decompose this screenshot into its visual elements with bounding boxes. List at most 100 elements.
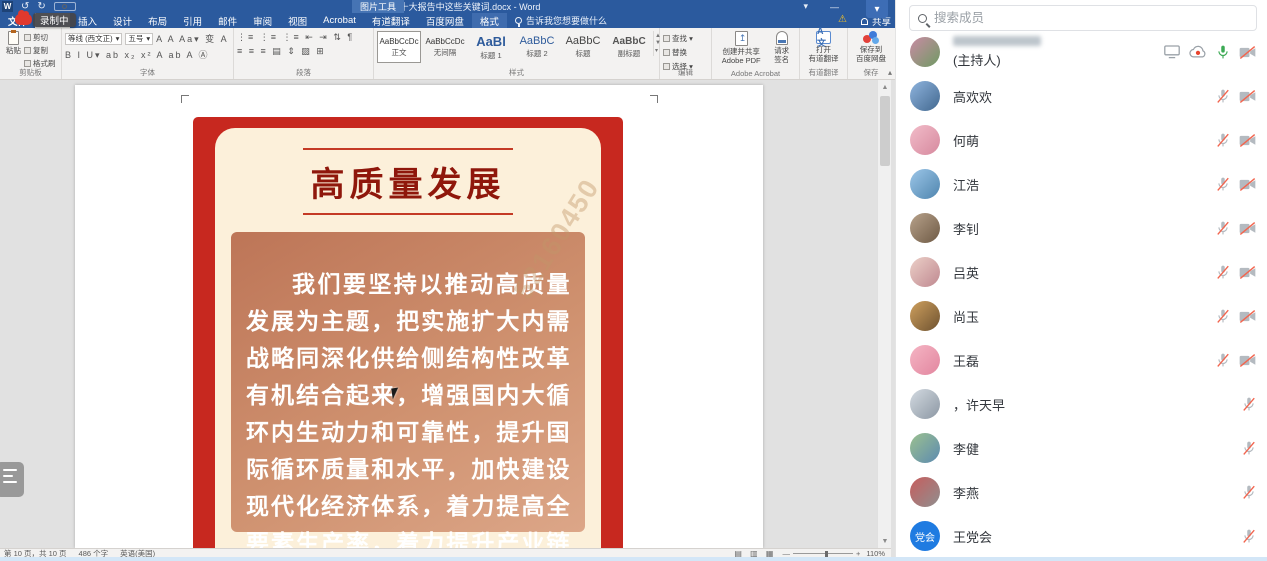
participant-row-host[interactable]: (主持人) [896, 30, 1267, 74]
mic-muted-icon[interactable] [1216, 176, 1230, 192]
tab-format[interactable]: 格式 [472, 13, 507, 28]
participant-name: 尚玉 [953, 307, 1216, 326]
camera-off-icon[interactable] [1239, 309, 1256, 324]
person-icon [861, 18, 868, 25]
mic-muted-icon[interactable] [1216, 352, 1230, 368]
tab-layout[interactable]: 布局 [140, 13, 175, 28]
mic-on-icon[interactable] [1216, 44, 1230, 60]
create-pdf-button[interactable]: 创建并共享 Adobe PDF [719, 30, 764, 69]
signature-icon [776, 31, 788, 45]
ribbon-display-options-icon[interactable]: ▾ [803, 1, 808, 12]
camera-off-icon[interactable] [1239, 353, 1256, 368]
mic-muted-icon[interactable] [1242, 396, 1256, 412]
open-youdao-button[interactable]: A文 打开 有道翻译 [806, 30, 842, 69]
minimize-window-icon[interactable]: — [830, 2, 839, 12]
tab-youdao[interactable]: 有道翻译 [364, 13, 418, 28]
overlay-collapse-chevron-icon[interactable]: ▾ [866, 0, 888, 18]
tab-view[interactable]: 视图 [280, 13, 315, 28]
cut-button[interactable]: 剪切 [24, 32, 56, 43]
tab-references[interactable]: 引用 [175, 13, 210, 28]
avatar [910, 477, 940, 507]
vertical-scrollbar[interactable]: ▲ ▼ [877, 80, 891, 548]
font-size-combo[interactable]: 五号▾ [125, 33, 153, 45]
participant-name: 王磊 [953, 351, 1216, 370]
mic-muted-icon[interactable] [1242, 484, 1256, 500]
participant-row[interactable]: 高欢欢 [896, 74, 1267, 118]
camera-off-icon[interactable] [1239, 45, 1256, 60]
tab-baidu[interactable]: 百度网盘 [418, 13, 472, 28]
font-tools-icons[interactable]: A A Aa▾ 变 A [156, 32, 229, 45]
camera-off-icon[interactable] [1239, 177, 1256, 192]
document-canvas[interactable]: 高质量发展 我们要坚持以推动高质量发展为主题，把实施扩大内需战略同深化供给侧结构… [0, 80, 877, 548]
participant-name: 吕英 [953, 263, 1216, 282]
tab-review[interactable]: 审阅 [245, 13, 280, 28]
tell-me-box[interactable]: 告诉我您想要做什么 [507, 13, 615, 28]
camera-off-icon[interactable] [1239, 133, 1256, 148]
find-button[interactable]: 查找 ▾ [663, 33, 693, 44]
request-signature-button[interactable]: 请求 签名 [771, 30, 792, 69]
document-title: 一图看懂二十大报告中这些关键词.docx - Word [0, 0, 895, 13]
participant-row[interactable]: 李钊 [896, 206, 1267, 250]
camera-off-icon[interactable] [1239, 221, 1256, 236]
acrobat-group: 创建并共享 Adobe PDF 请求 签名 Adobe Acrobat [712, 28, 800, 79]
search-tool-icon[interactable] [54, 2, 76, 11]
camera-off-icon[interactable] [1239, 89, 1256, 104]
mic-muted-icon[interactable] [1216, 132, 1230, 148]
style-heading2[interactable]: AaBbC 标题 2 [515, 31, 559, 63]
participant-row[interactable]: 王磊 [896, 338, 1267, 382]
page-corner-mark [650, 95, 658, 103]
scrollbar-thumb[interactable] [880, 96, 890, 166]
font-format-icons[interactable]: B I U▾ ab x₂ x² A ab A Ⓐ [65, 48, 210, 61]
mic-muted-icon[interactable] [1216, 264, 1230, 280]
style-no-spacing[interactable]: AaBbCcDc 无间隔 [423, 31, 467, 63]
participant-row[interactable]: 吕英 [896, 250, 1267, 294]
avatar [910, 345, 940, 375]
mic-muted-icon[interactable] [1216, 308, 1230, 324]
participant-row[interactable]: 何萌 [896, 118, 1267, 162]
mic-muted-icon[interactable] [1216, 220, 1230, 236]
zoom-track[interactable] [793, 553, 853, 554]
paste-button[interactable]: 粘贴 [3, 30, 24, 69]
tab-design[interactable]: 设计 [105, 13, 140, 28]
paragraph-list-icons[interactable]: ⋮≡ ⋮≡ ⋮≡ ⇤ ⇥ ⇅ ¶ [237, 32, 354, 43]
collapse-ribbon-icon[interactable]: ▴ [888, 68, 892, 77]
style-normal[interactable]: AaBbCcDc 正文 [377, 31, 421, 63]
participant-row[interactable]: 党会 王党会 [896, 514, 1267, 558]
redo-icon[interactable]: ↻ [37, 2, 45, 12]
avatar [910, 213, 940, 243]
font-name-combo[interactable]: 等线 (西文正)▾ [65, 33, 122, 45]
floating-menu-handle[interactable] [0, 462, 24, 497]
meeting-app-cloud-icon[interactable] [15, 14, 32, 25]
paragraph-align-icons[interactable]: ≡ ≡ ≡ ▤ ⇕ ▨ ⊞ [237, 46, 326, 57]
avatar [910, 389, 940, 419]
paragraph-group-label: 段落 [234, 67, 373, 78]
search-members-box[interactable] [909, 5, 1257, 31]
copy-button[interactable]: 复制 [24, 45, 56, 56]
participant-row[interactable]: 李健 [896, 426, 1267, 470]
font-group: 等线 (西文正)▾ 五号▾ A A Aa▾ 变 A B I U▾ ab x₂ x… [62, 28, 234, 79]
style-title[interactable]: AaBbC 标题 [561, 31, 605, 63]
lightbulb-icon [515, 17, 522, 24]
participant-row[interactable]: ，许天早 [896, 382, 1267, 426]
style-heading1[interactable]: AaBl 标题 1 [469, 31, 513, 63]
cloud-recording-icon[interactable] [1189, 45, 1207, 59]
replace-button[interactable]: 替换 [663, 47, 693, 58]
search-input[interactable] [934, 11, 1248, 25]
camera-off-icon[interactable] [1239, 265, 1256, 280]
scroll-up-icon[interactable]: ▲ [878, 80, 892, 94]
participant-row[interactable]: 李燕 [896, 470, 1267, 514]
tab-acrobat[interactable]: Acrobat [315, 13, 364, 28]
mic-muted-icon[interactable] [1242, 440, 1256, 456]
screen-share-icon[interactable] [1164, 45, 1180, 59]
participant-row[interactable]: 江浩 [896, 162, 1267, 206]
scroll-down-icon[interactable]: ▼ [878, 534, 892, 548]
word-window: W ↺ ↻ 一图看懂二十大报告中这些关键词.docx - Word 图片工具 ▾… [0, 0, 895, 561]
mic-muted-icon[interactable] [1216, 88, 1230, 104]
participant-row[interactable]: 尚玉 [896, 294, 1267, 338]
save-to-baidu-button[interactable]: 保存到 百度网盘 [853, 30, 889, 69]
mic-muted-icon[interactable] [1242, 528, 1256, 544]
tab-mailings[interactable]: 邮件 [210, 13, 245, 28]
poster-image[interactable]: 高质量发展 我们要坚持以推动高质量发展为主题，把实施扩大内需战略同深化供给侧结构… [193, 117, 623, 548]
ribbon: 粘贴 剪切 复制 格式刷 剪贴板 等线 (西文正)▾ 五号▾ A A Aa▾ 变… [0, 28, 895, 80]
style-subtitle[interactable]: AaBbC 副标题 [607, 31, 651, 63]
